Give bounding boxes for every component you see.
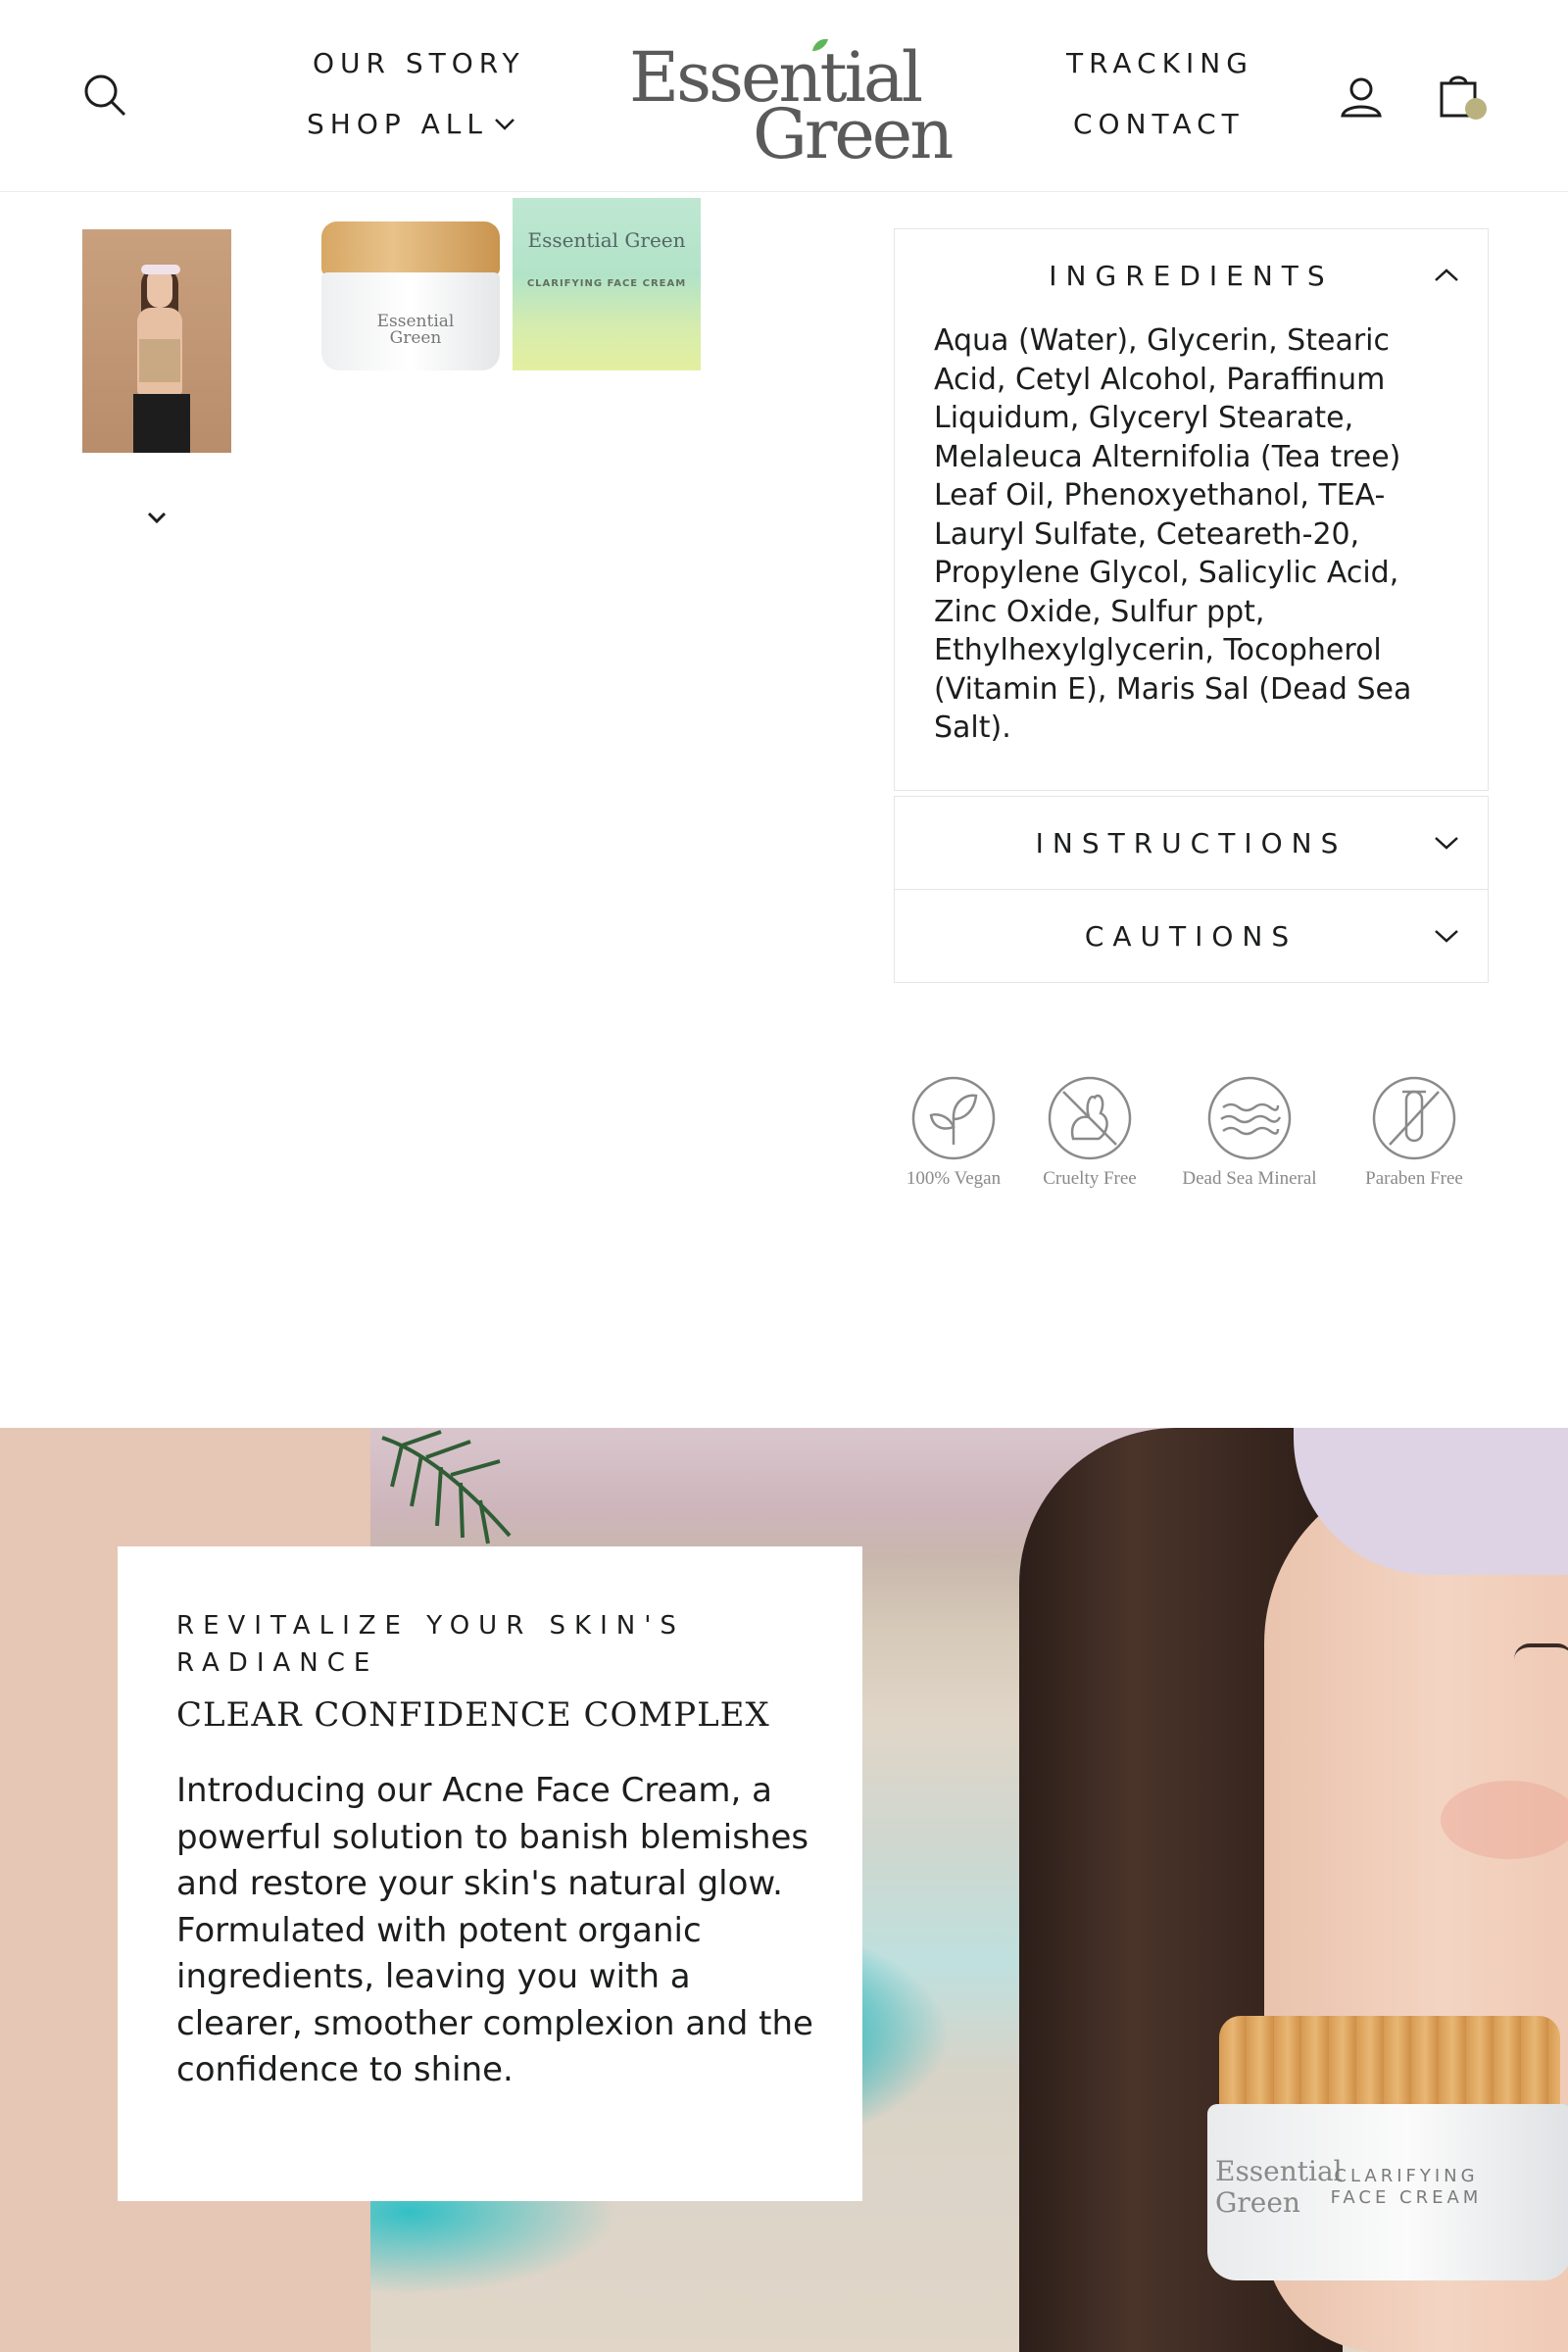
logo-line-2: Green — [753, 94, 954, 174]
site-header: OUR STORY SHOP ALL Essential Green TRACK… — [0, 0, 1568, 192]
chevron-down-icon[interactable] — [494, 118, 515, 136]
chevron-up-icon — [1435, 269, 1458, 281]
test-tube-icon — [1372, 1076, 1456, 1160]
rabbit-icon — [1048, 1076, 1132, 1160]
chevron-down-icon — [1435, 837, 1458, 850]
vegan-leaf-icon — [911, 1076, 996, 1160]
palm-leaf — [381, 1430, 512, 1544]
accordion-instructions-title: INSTRUCTIONS — [1035, 826, 1348, 859]
cart-count-dot — [1465, 98, 1487, 120]
badge-label: Dead Sea Mineral — [1182, 1168, 1317, 1189]
search-icon[interactable] — [82, 73, 127, 118]
accordion-cautions-title: CAUTIONS — [1084, 919, 1298, 953]
accordion-ingredients-header[interactable]: INGREDIENTS — [895, 229, 1488, 321]
nav-tracking[interactable]: TRACKING — [1066, 47, 1253, 79]
thumb-headband — [141, 265, 180, 274]
badge-label: Paraben Free — [1365, 1168, 1463, 1189]
leaf-icon — [812, 38, 828, 51]
badge-cruelty-free: Cruelty Free — [1006, 1074, 1173, 1190]
product-main-image[interactable]: Essential Green CLARIFYING FACE CREAM Es… — [314, 194, 764, 390]
hero-text-card: REVITALIZE YOUR SKIN'S RADIANCE CLEAR CO… — [118, 1546, 862, 2201]
gallery-thumbnail[interactable] — [82, 229, 231, 453]
thumb-pants — [133, 394, 190, 453]
accordion-cautions-header[interactable]: CAUTIONS — [895, 890, 1488, 982]
nav-contact[interactable]: CONTACT — [1073, 108, 1245, 140]
waves-icon — [1207, 1076, 1292, 1160]
accordion-ingredients: INGREDIENTS Aqua (Water), Glycerin, Stea… — [894, 228, 1489, 791]
badge-paraben-free: Paraben Free — [1331, 1074, 1497, 1190]
hero-kicker: REVITALIZE YOUR SKIN'S RADIANCE — [176, 1611, 685, 1678]
product-jar-lid — [321, 221, 500, 276]
brand-logo[interactable]: Essential Green — [627, 37, 954, 174]
accordion-instructions: INSTRUCTIONS — [894, 796, 1489, 890]
hero-title: CLEAR CONFIDENCE COMPLEX — [176, 1695, 770, 1735]
hero-jar-logo: Essential Green — [1215, 2155, 1343, 2219]
badge-label: Cruelty Free — [1043, 1168, 1137, 1189]
badge-dead-sea-mineral: Dead Sea Mineral — [1166, 1074, 1333, 1190]
accordion-cautions: CAUTIONS — [894, 889, 1489, 983]
hero-jar-label: CLARIFYING FACE CREAM — [1330, 2166, 1483, 2208]
model-cheek — [1441, 1781, 1568, 1859]
user-icon[interactable] — [1337, 74, 1386, 120]
nav-our-story[interactable]: OUR STORY — [313, 47, 525, 79]
accordion-instructions-header[interactable]: INSTRUCTIONS — [895, 797, 1488, 889]
thumb-top — [139, 339, 180, 382]
model-eye — [1514, 1643, 1568, 1659]
nav-shop-all[interactable]: SHOP ALL — [307, 108, 488, 140]
box-title: CLARIFYING FACE CREAM — [526, 278, 687, 289]
box-logo: Essential Green — [527, 228, 686, 252]
jar-label: Essential Green — [376, 312, 455, 348]
hero-body: Introducing our Acne Face Cream, a power… — [176, 1771, 813, 2089]
gallery-next-arrow[interactable] — [141, 502, 172, 533]
product-box: Essential Green CLARIFYING FACE CREAM — [513, 198, 701, 370]
thumb-face — [147, 269, 172, 308]
ingredients-text: Aqua (Water), Glycerin, Stearic Acid, Ce… — [934, 323, 1412, 745]
accordion-ingredients-title: INGREDIENTS — [1049, 259, 1334, 292]
chevron-down-icon — [1435, 930, 1458, 943]
